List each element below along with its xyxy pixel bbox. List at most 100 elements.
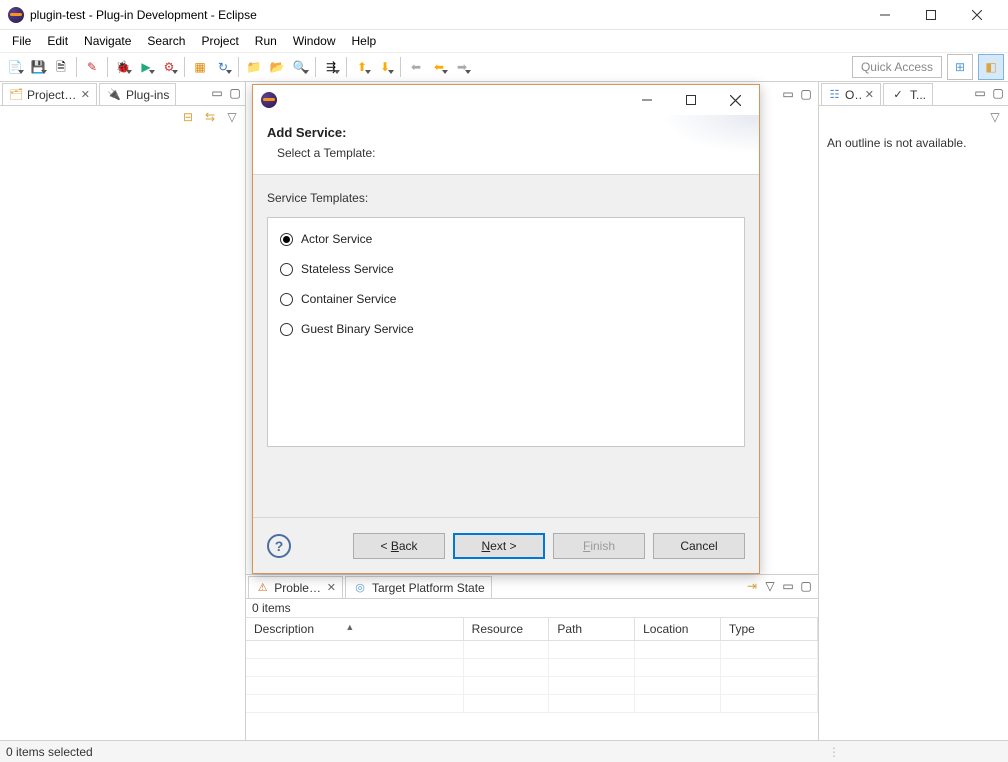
template-guest-binary-service[interactable]: Guest Binary Service: [280, 322, 734, 336]
template-container-service[interactable]: Container Service: [280, 292, 734, 306]
cancel-button[interactable]: Cancel: [653, 533, 745, 559]
dialog-titlebar: [253, 85, 759, 115]
tool-button-2[interactable]: 📂: [266, 56, 288, 78]
close-icon[interactable]: ✕: [81, 88, 90, 101]
minimize-view-button[interactable]: ▭: [780, 578, 796, 594]
menu-navigate[interactable]: Navigate: [76, 32, 139, 50]
window-close-button[interactable]: [954, 0, 1000, 30]
dialog-maximize-button[interactable]: [669, 86, 713, 114]
maximize-view-button[interactable]: ▢: [227, 85, 243, 101]
view-menu-button[interactable]: ▽: [986, 108, 1004, 126]
minimize-view-button[interactable]: ▭: [972, 85, 988, 101]
eclipse-icon: [8, 7, 24, 23]
separator: [76, 57, 77, 77]
menu-file[interactable]: File: [4, 32, 39, 50]
close-icon[interactable]: ✕: [865, 88, 874, 101]
dialog-minimize-button[interactable]: [625, 86, 669, 114]
outline-message: An outline is not available.: [819, 128, 1008, 158]
eclipse-icon: [261, 92, 277, 108]
menu-run[interactable]: Run: [247, 32, 285, 50]
link-editor-button[interactable]: ⇆: [201, 108, 219, 126]
template-label: Actor Service: [301, 232, 372, 246]
nav-button[interactable]: ⇶: [320, 56, 342, 78]
next-button[interactable]: Next >: [453, 533, 545, 559]
tool-button[interactable]: ✎: [81, 56, 103, 78]
view-menu-button[interactable]: ▽: [762, 578, 778, 594]
template-label: Container Service: [301, 292, 396, 306]
run-button[interactable]: ▶: [135, 56, 157, 78]
maximize-view-button[interactable]: ▢: [990, 85, 1006, 101]
view-menu-button[interactable]: ▽: [223, 108, 241, 126]
status-grip: ⋮: [828, 745, 842, 759]
maximize-view-button[interactable]: ▢: [798, 578, 814, 594]
folder-icon: 🗂: [9, 87, 23, 103]
menu-window[interactable]: Window: [285, 32, 344, 50]
window-minimize-button[interactable]: [862, 0, 908, 30]
minimize-view-button[interactable]: ▭: [209, 85, 225, 101]
collapse-all-button[interactable]: ⊟: [179, 108, 197, 126]
plugins-tab[interactable]: 🔌 Plug-ins: [99, 83, 176, 105]
help-button[interactable]: ?: [267, 534, 291, 558]
template-label: Stateless Service: [301, 262, 394, 276]
table-row: [246, 659, 818, 677]
back-button[interactable]: < Back: [353, 533, 445, 559]
col-resource[interactable]: Resource: [463, 618, 549, 641]
new-button[interactable]: 📄: [4, 56, 26, 78]
external-tools-button[interactable]: ⚙: [158, 56, 180, 78]
debug-button[interactable]: 🐞: [112, 56, 134, 78]
open-type-button[interactable]: 📁: [243, 56, 265, 78]
quick-access-field[interactable]: Quick Access: [852, 56, 942, 78]
editor-maximize-button[interactable]: ▢: [798, 86, 814, 102]
radio-icon: [280, 323, 293, 336]
save-button[interactable]: 💾: [27, 56, 49, 78]
tasklist-tab[interactable]: ✓ T...: [883, 83, 933, 105]
col-type[interactable]: Type: [720, 618, 817, 641]
separator: [238, 57, 239, 77]
forward-history-button[interactable]: ➡: [451, 56, 473, 78]
template-label: Guest Binary Service: [301, 322, 414, 336]
save-all-button[interactable]: 🗎: [50, 56, 72, 78]
menu-search[interactable]: Search: [139, 32, 193, 50]
separator: [184, 57, 185, 77]
template-list: Actor Service Stateless Service Containe…: [267, 217, 745, 447]
template-stateless-service[interactable]: Stateless Service: [280, 262, 734, 276]
editor-minimize-button[interactable]: ▭: [780, 86, 796, 102]
outline-tab[interactable]: ☷ O... ✕: [821, 83, 881, 105]
tasklist-label: T...: [910, 88, 926, 102]
menubar: File Edit Navigate Search Project Run Wi…: [0, 30, 1008, 52]
project-explorer-tab[interactable]: 🗂 Project Ex... ✕: [2, 83, 97, 105]
items-count: 0 items: [246, 599, 818, 617]
target-icon: ◎: [352, 580, 368, 596]
back-button[interactable]: ⬅: [405, 56, 427, 78]
next-annotation-button[interactable]: ⬇: [374, 56, 396, 78]
dialog-close-button[interactable]: [713, 86, 757, 114]
problems-table: Description▲ Resource Path Location Type: [246, 617, 818, 740]
window-title: plugin-test - Plug-in Development - Ecli…: [30, 8, 257, 22]
finish-button[interactable]: Finish: [553, 533, 645, 559]
target-platform-tab[interactable]: ◎ Target Platform State: [345, 576, 492, 598]
back-history-button[interactable]: ⬅: [428, 56, 450, 78]
refresh-button[interactable]: ↻: [212, 56, 234, 78]
close-icon[interactable]: ✕: [327, 581, 336, 594]
search-button[interactable]: 🔍: [289, 56, 311, 78]
bottom-panel: ⚠ Problems ✕ ◎ Target Platform State ⇥ ▽…: [246, 575, 818, 740]
left-view-tabs: 🗂 Project Ex... ✕ 🔌 Plug-ins ▭ ▢: [0, 82, 245, 106]
menu-project[interactable]: Project: [193, 32, 246, 50]
prev-annotation-button[interactable]: ⬆: [351, 56, 373, 78]
plugin-perspective-button[interactable]: ◧: [978, 54, 1004, 80]
col-path[interactable]: Path: [549, 618, 635, 641]
template-actor-service[interactable]: Actor Service: [280, 232, 734, 246]
task-icon: ✓: [890, 87, 906, 103]
col-description[interactable]: Description▲: [246, 618, 463, 641]
filter-button[interactable]: ⇥: [744, 578, 760, 594]
menu-help[interactable]: Help: [344, 32, 385, 50]
radio-icon: [280, 233, 293, 246]
problems-tab[interactable]: ⚠ Problems ✕: [248, 576, 343, 598]
grid-button[interactable]: ▦: [189, 56, 211, 78]
col-location[interactable]: Location: [635, 618, 721, 641]
open-perspective-button[interactable]: ⊞: [947, 54, 973, 80]
radio-icon: [280, 293, 293, 306]
window-maximize-button[interactable]: [908, 0, 954, 30]
menu-edit[interactable]: Edit: [39, 32, 76, 50]
right-pane: ☷ O... ✕ ✓ T... ▭ ▢ ▽ An outline is not …: [818, 82, 1008, 740]
